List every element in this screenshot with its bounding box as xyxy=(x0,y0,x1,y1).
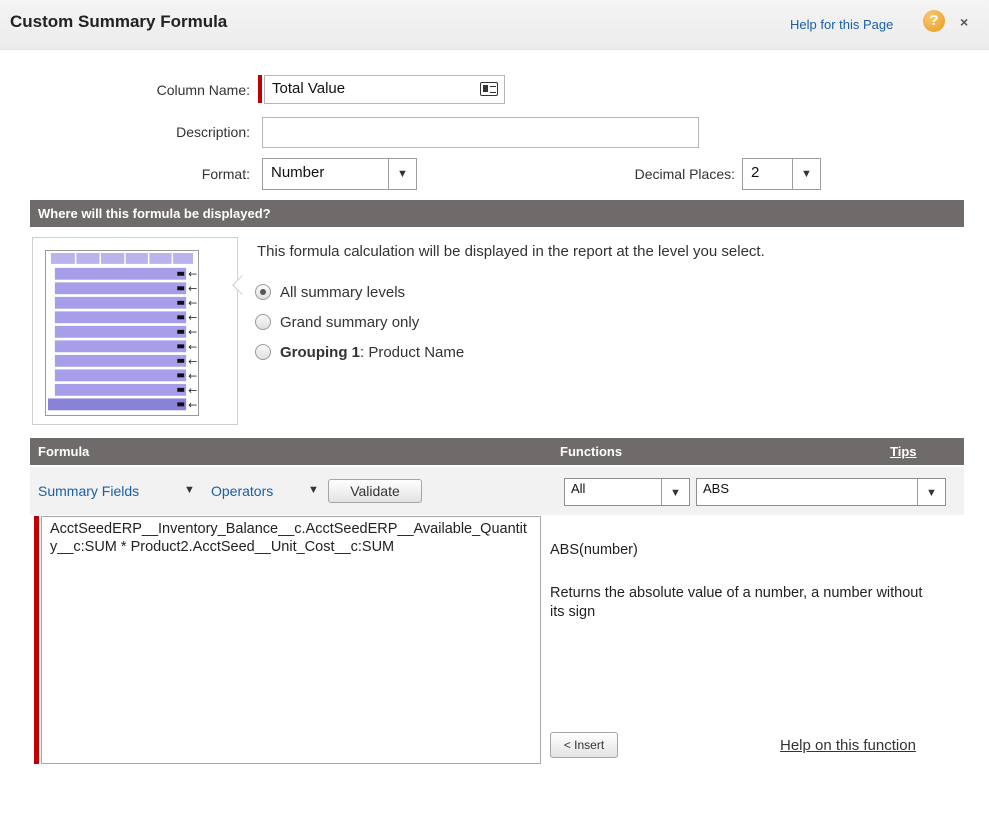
svg-text:←: ← xyxy=(188,326,197,339)
tips-link[interactable]: Tips xyxy=(890,438,917,465)
summary-fields-link[interactable]: Summary Fields xyxy=(38,483,139,499)
report-table-illustration: ←←←←←←←←←← xyxy=(45,250,199,416)
description-input[interactable] xyxy=(262,117,699,148)
radio-button-selected[interactable] xyxy=(255,284,271,300)
radio-grand-summary-only[interactable]: Grand summary only xyxy=(255,314,419,331)
svg-text:←: ← xyxy=(188,297,197,310)
chevron-down-icon: ▼ xyxy=(388,159,416,189)
format-select-value: Number xyxy=(271,164,325,181)
radio-all-label: All summary levels xyxy=(280,284,406,301)
function-select[interactable]: ABS ▼ xyxy=(696,478,946,506)
column-name-value: Total Value xyxy=(272,80,346,97)
formula-section-header: Formula Functions Tips xyxy=(30,438,964,465)
chevron-down-icon[interactable]: ▼ xyxy=(308,484,319,496)
decimal-places-label: Decimal Places: xyxy=(634,166,735,182)
formula-title: Formula xyxy=(38,444,90,459)
chevron-down-icon: ▼ xyxy=(792,159,820,189)
function-category-value: All xyxy=(571,481,586,496)
help-question-icon[interactable]: ? xyxy=(923,10,945,32)
decimal-places-select[interactable]: 2 ▼ xyxy=(742,158,821,190)
chevron-down-icon[interactable]: ▼ xyxy=(184,484,195,496)
help-for-this-page-link[interactable]: Help for this Page xyxy=(790,17,893,32)
svg-text:←: ← xyxy=(188,340,197,353)
radio-all-summary-levels[interactable]: All summary levels xyxy=(255,284,405,301)
radio-button[interactable] xyxy=(255,344,271,360)
svg-text:←: ← xyxy=(188,369,197,382)
radio-grouping-rest-label: : Product Name xyxy=(360,344,465,361)
help-on-this-function-link[interactable]: Help on this function xyxy=(780,737,916,754)
column-name-label: Column Name: xyxy=(156,82,250,98)
display-intro-text: This formula calculation will be display… xyxy=(257,243,765,260)
function-select-value: ABS xyxy=(703,481,730,496)
chevron-down-icon: ▼ xyxy=(661,479,689,505)
display-section-header: Where will this formula be displayed? xyxy=(30,200,964,227)
chevron-down-icon: ▼ xyxy=(917,479,945,505)
operators-link[interactable]: Operators xyxy=(211,483,273,499)
description-label: Description: xyxy=(176,124,250,140)
radio-button[interactable] xyxy=(255,314,271,330)
radio-grouping-1[interactable]: Grouping 1: Product Name xyxy=(255,344,464,361)
function-category-select[interactable]: All ▼ xyxy=(564,478,690,506)
validate-button[interactable]: Validate xyxy=(328,479,422,503)
insert-button[interactable]: < Insert xyxy=(550,732,618,758)
summary-levels-diagram: ← ← ← ← ← ← ← ← ← ← xyxy=(32,237,238,425)
svg-text:←: ← xyxy=(188,282,197,295)
column-name-input[interactable]: Total Value xyxy=(264,75,505,104)
close-icon[interactable]: × xyxy=(960,14,968,30)
radio-grouping-bold-label: Grouping 1 xyxy=(280,344,360,361)
svg-text:←: ← xyxy=(188,355,197,368)
required-indicator xyxy=(258,75,262,103)
radio-grand-label: Grand summary only xyxy=(280,314,420,331)
required-indicator xyxy=(34,516,39,764)
format-label: Format: xyxy=(201,166,250,182)
svg-text:←: ← xyxy=(188,268,197,281)
svg-text:←: ← xyxy=(188,311,197,324)
decimal-places-value: 2 xyxy=(751,164,760,181)
formula-toolbar: Summary Fields ▼ Operators ▼ Validate Al… xyxy=(30,467,964,515)
functions-title: Functions xyxy=(560,444,623,459)
formula-editor[interactable]: AcctSeedERP__Inventory_Balance__c.AcctSe… xyxy=(41,516,541,764)
svg-text:←: ← xyxy=(188,398,197,411)
function-signature: ABS(number) xyxy=(550,542,638,558)
format-select[interactable]: Number ▼ xyxy=(262,158,417,190)
contact-card-icon[interactable] xyxy=(480,82,498,96)
function-description: Returns the absolute value of a number, … xyxy=(550,585,923,620)
svg-text:←: ← xyxy=(188,384,197,397)
dialog-title: Custom Summary Formula xyxy=(10,12,228,31)
dialog-header: Custom Summary Formula Help for this Pag… xyxy=(0,0,989,50)
